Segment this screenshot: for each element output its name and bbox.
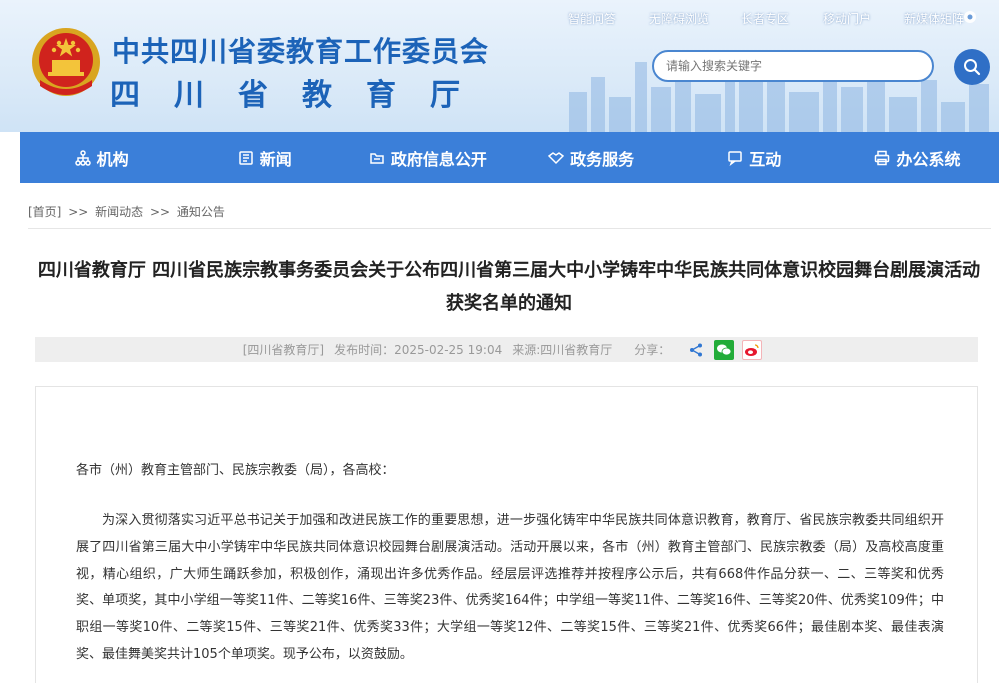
publisher: [四川省教育厅] bbox=[242, 343, 325, 357]
nav-item-interaction[interactable]: 互动 bbox=[673, 132, 836, 183]
search-icon bbox=[964, 59, 981, 76]
article-meta-bar: [四川省教育厅] 发布时间：2025-02-25 19:04 来源:四川省教育厅… bbox=[35, 337, 978, 362]
top-link-new-media[interactable]: 新媒体矩阵 bbox=[904, 10, 964, 27]
org-icon bbox=[74, 149, 91, 166]
org-name-line1: 中共四川省委教育工作委员会 bbox=[112, 35, 490, 68]
breadcrumb-separator: >> bbox=[149, 205, 171, 219]
nav-label-gov-info: 政府信息公开 bbox=[390, 149, 487, 169]
nav-label-gov-service: 政务服务 bbox=[570, 149, 635, 169]
share-icon[interactable] bbox=[686, 340, 706, 360]
nav-label-office: 办公系统 bbox=[896, 149, 961, 169]
printer-icon bbox=[875, 150, 890, 165]
chat-icon bbox=[728, 150, 743, 166]
article-body: 各市（州）教育主管部门、民族宗教委（局），各高校： 为深入贯彻落实习近平总书记关… bbox=[35, 386, 978, 683]
share-label: 分享： bbox=[634, 343, 671, 357]
top-link-mobile[interactable]: 移动门户 bbox=[823, 10, 871, 27]
top-link-elderly[interactable]: 长者专区 bbox=[741, 10, 789, 27]
handshake-icon bbox=[548, 151, 565, 164]
nav-item-gov-service[interactable]: 政务服务 bbox=[510, 132, 673, 183]
national-emblem-logo bbox=[32, 28, 100, 96]
nav-item-office[interactable]: 办公系统 bbox=[836, 132, 999, 183]
top-link-accessibility[interactable]: 无障碍浏览 bbox=[649, 10, 709, 27]
breadcrumb-news[interactable]: 新闻动态 bbox=[95, 205, 143, 219]
publish-time: 发布时间：2025-02-25 19:04 bbox=[334, 343, 503, 357]
folder-icon bbox=[370, 152, 384, 164]
divider bbox=[28, 228, 991, 229]
breadcrumb-notices[interactable]: 通知公告 bbox=[177, 205, 225, 219]
article-salutation: 各市（州）教育主管部门、民族宗教委（局），各高校： bbox=[76, 463, 395, 478]
nav-item-gov-info[interactable]: 政府信息公开 bbox=[346, 132, 509, 183]
article-title: 四川省教育厅 四川省民族宗教事务委员会关于公布四川省第三届大中小学铸牢中华民族共… bbox=[37, 260, 981, 314]
nav-label-interaction: 互动 bbox=[749, 149, 782, 169]
nav-label-org: 机构 bbox=[96, 149, 129, 169]
site-header: 中共四川省委教育工作委员会 四川省教育厅 智能问答 无障碍浏览 长者专区 移动门… bbox=[0, 0, 999, 132]
search-box bbox=[652, 50, 934, 82]
wechat-share-icon[interactable] bbox=[714, 339, 735, 360]
location-pin-icon[interactable] bbox=[962, 10, 978, 26]
main-content: [首页] >> 新闻动态 >> 通知公告 四川省教育厅 四川省民族宗教事务委员会… bbox=[20, 183, 999, 683]
main-nav: 机构 新闻 政府信息公开 政务服务 互动 办公系统 bbox=[20, 132, 999, 183]
nav-label-news: 新闻 bbox=[259, 149, 292, 169]
nav-item-news[interactable]: 新闻 bbox=[183, 132, 346, 183]
breadcrumb-home[interactable]: [首页] bbox=[28, 205, 61, 219]
org-name-line2: 四川省教育厅 bbox=[110, 78, 494, 113]
article-paragraph: 为深入贯彻落实习近平总书记关于加强和改进民族工作的重要思想，进一步强化铸牢中华民… bbox=[76, 513, 944, 662]
source: 来源:四川省教育厅 bbox=[512, 343, 613, 357]
search-button[interactable] bbox=[954, 49, 990, 85]
weibo-share-icon[interactable] bbox=[742, 339, 763, 360]
news-icon bbox=[239, 150, 253, 165]
search-input[interactable] bbox=[654, 52, 932, 80]
breadcrumb: [首页] >> 新闻动态 >> 通知公告 bbox=[28, 203, 225, 220]
nav-item-org[interactable]: 机构 bbox=[20, 132, 183, 183]
breadcrumb-separator: >> bbox=[68, 205, 89, 219]
top-link-smart-qa[interactable]: 智能问答 bbox=[568, 10, 616, 27]
